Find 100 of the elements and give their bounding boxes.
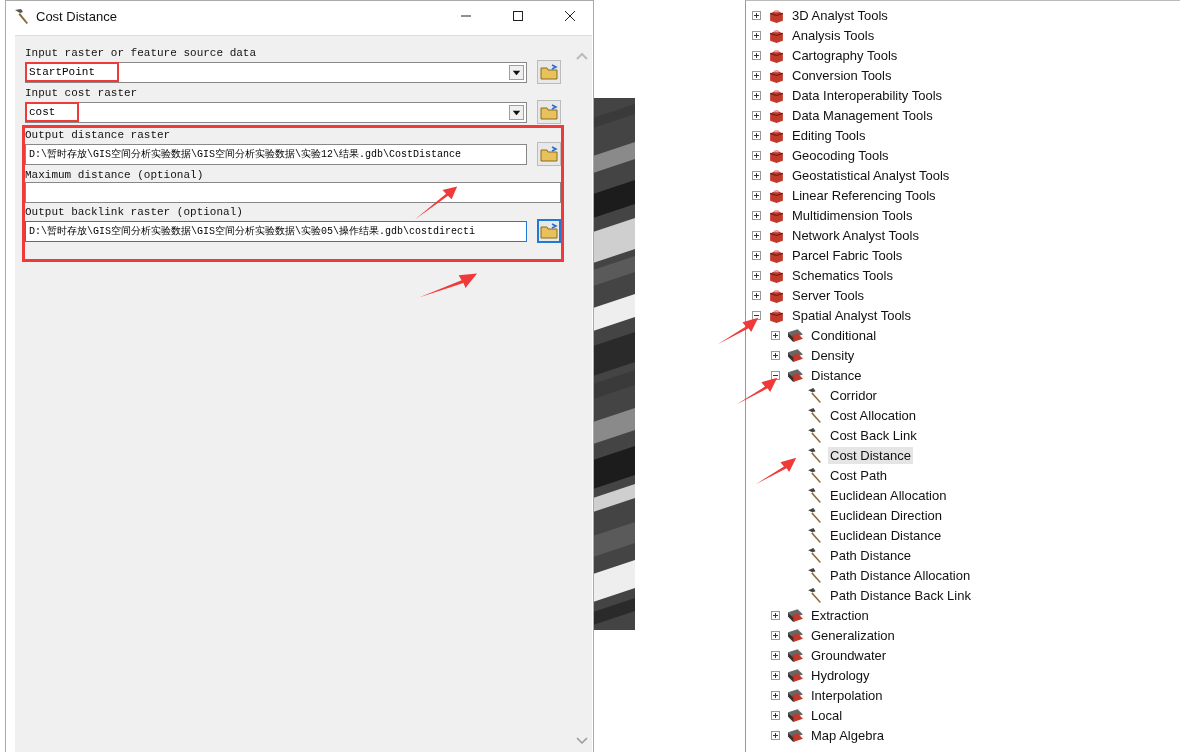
field-label: Input raster or feature source data bbox=[25, 46, 257, 60]
toolset-icon bbox=[787, 666, 804, 684]
expand-icon[interactable] bbox=[752, 270, 761, 280]
expand-icon[interactable] bbox=[771, 330, 780, 340]
expand-icon[interactable] bbox=[771, 730, 780, 740]
tree-item[interactable]: Linear Referencing Tools bbox=[790, 186, 938, 204]
expand-icon[interactable] bbox=[752, 290, 761, 300]
expand-icon[interactable] bbox=[752, 90, 761, 100]
tree-item[interactable]: Cost Path bbox=[828, 466, 890, 484]
tree-item[interactable]: Geostatistical Analyst Tools bbox=[790, 166, 952, 184]
tree-item[interactable]: Cost Back Link bbox=[828, 426, 919, 444]
toolset-icon bbox=[787, 726, 804, 744]
hammer-icon bbox=[806, 446, 823, 464]
tree-item[interactable]: Distance bbox=[809, 366, 864, 384]
expand-icon[interactable] bbox=[752, 170, 761, 180]
tree-item[interactable]: Euclidean Allocation bbox=[828, 486, 949, 504]
tree-item[interactable]: Data Interoperability Tools bbox=[790, 86, 945, 104]
tree-item[interactable]: Path Distance Allocation bbox=[828, 566, 973, 584]
expand-icon[interactable] bbox=[771, 670, 780, 680]
input-field[interactable]: StartPoint bbox=[25, 61, 527, 83]
toolset-icon bbox=[787, 606, 804, 624]
toolset-icon bbox=[787, 686, 804, 704]
tree-item[interactable]: Groundwater bbox=[809, 646, 889, 664]
tree-item[interactable]: Editing Tools bbox=[790, 126, 868, 144]
field-label: Input cost raster bbox=[25, 86, 138, 100]
tree-item[interactable]: Path Distance bbox=[828, 546, 913, 564]
collapse-icon[interactable] bbox=[752, 310, 761, 320]
close-icon[interactable] bbox=[564, 10, 576, 22]
folder-icon-button[interactable] bbox=[537, 100, 561, 124]
collapse-icon[interactable] bbox=[771, 370, 780, 380]
expand-icon[interactable] bbox=[771, 630, 780, 640]
field-label: Output distance raster bbox=[25, 128, 171, 142]
tree-item[interactable]: Conversion Tools bbox=[790, 66, 894, 84]
tree-item[interactable]: 3D Analyst Tools bbox=[790, 6, 890, 24]
expand-icon[interactable] bbox=[752, 30, 761, 40]
tree-item[interactable]: Network Analyst Tools bbox=[790, 226, 921, 244]
expand-icon[interactable] bbox=[752, 250, 761, 260]
tree-item[interactable]: Euclidean Distance bbox=[828, 526, 944, 544]
tree-item[interactable]: Corridor bbox=[828, 386, 879, 404]
tree-item[interactable]: Density bbox=[809, 346, 857, 364]
window-title: Cost Distance bbox=[36, 8, 117, 24]
tree-item[interactable]: Cost Distance bbox=[828, 446, 913, 464]
input-field[interactable] bbox=[25, 182, 561, 203]
hammer-icon bbox=[806, 406, 823, 424]
folder-icon-button[interactable] bbox=[537, 219, 561, 243]
field-label: Maximum distance (optional) bbox=[25, 168, 204, 182]
expand-icon[interactable] bbox=[752, 70, 761, 80]
tree-item[interactable]: Generalization bbox=[809, 626, 897, 644]
folder-icon-button[interactable] bbox=[537, 60, 561, 84]
expand-icon[interactable] bbox=[771, 350, 780, 360]
tree-item[interactable]: Hydrology bbox=[809, 666, 872, 684]
tree-item[interactable]: Map Algebra bbox=[809, 726, 886, 744]
expand-icon[interactable] bbox=[752, 110, 761, 120]
tree-item[interactable]: Euclidean Direction bbox=[828, 506, 944, 524]
hammer-icon bbox=[806, 586, 823, 604]
hammer-icon bbox=[806, 466, 823, 484]
tree-item[interactable]: Spatial Analyst Tools bbox=[790, 306, 913, 324]
toolset-icon bbox=[787, 626, 804, 644]
expand-icon[interactable] bbox=[752, 130, 761, 140]
toolset-icon bbox=[787, 326, 804, 344]
field-value: StartPoint bbox=[25, 62, 119, 82]
expand-icon[interactable] bbox=[752, 190, 761, 200]
tree-item[interactable]: Geocoding Tools bbox=[790, 146, 891, 164]
hammer-icon bbox=[806, 426, 823, 444]
maximize-icon[interactable] bbox=[512, 10, 524, 22]
tree-item[interactable]: Schematics Tools bbox=[790, 266, 895, 284]
input-field[interactable]: D:\暂时存放\GIS空间分析实验数据\GIS空间分析实验数据\实验05\操作结果.gdb\costdirecti bbox=[25, 220, 527, 242]
expand-icon[interactable] bbox=[752, 210, 761, 220]
tree-item[interactable]: Path Distance Back Link bbox=[828, 586, 973, 604]
field-value: D:\暂时存放\GIS空间分析实验数据\GIS空间分析实验数据\实验05\操作结果.gdb\costdirecti bbox=[28, 224, 477, 238]
hammer-icon bbox=[806, 546, 823, 564]
tree-item[interactable]: Conditional bbox=[809, 326, 879, 344]
expand-icon[interactable] bbox=[771, 710, 780, 720]
hammer-icon bbox=[806, 526, 823, 544]
tree-item[interactable]: Multidimension Tools bbox=[790, 206, 915, 224]
tree-item[interactable]: Analysis Tools bbox=[790, 26, 877, 44]
input-field[interactable]: D:\暂时存放\GIS空间分析实验数据\GIS空间分析实验数据\实验12\结果.gdb\CostDistance bbox=[25, 143, 527, 165]
folder-icon-button[interactable] bbox=[537, 142, 561, 166]
expand-icon[interactable] bbox=[771, 650, 780, 660]
toolset-icon bbox=[787, 646, 804, 664]
tree-item[interactable]: Server Tools bbox=[790, 286, 866, 304]
expand-icon[interactable] bbox=[752, 10, 761, 20]
tree-item[interactable]: Cost Allocation bbox=[828, 406, 918, 424]
tree-item[interactable]: Data Management Tools bbox=[790, 106, 935, 124]
hammer-icon bbox=[806, 386, 823, 404]
tree-item[interactable]: Interpolation bbox=[809, 686, 885, 704]
expand-icon[interactable] bbox=[752, 50, 761, 60]
expand-icon[interactable] bbox=[771, 690, 780, 700]
tree-item[interactable]: Parcel Fabric Tools bbox=[790, 246, 905, 264]
expand-icon[interactable] bbox=[771, 610, 780, 620]
hammer-icon bbox=[806, 506, 823, 524]
input-field[interactable]: cost bbox=[25, 101, 527, 123]
hammer-icon bbox=[806, 486, 823, 504]
field-value: cost bbox=[25, 102, 80, 122]
toolset-icon bbox=[787, 366, 804, 384]
expand-icon[interactable] bbox=[752, 230, 761, 240]
expand-icon[interactable] bbox=[752, 150, 761, 160]
tree-item[interactable]: Cartography Tools bbox=[790, 46, 900, 64]
tree-item[interactable]: Local bbox=[809, 706, 845, 724]
tree-item[interactable]: Extraction bbox=[809, 606, 871, 624]
